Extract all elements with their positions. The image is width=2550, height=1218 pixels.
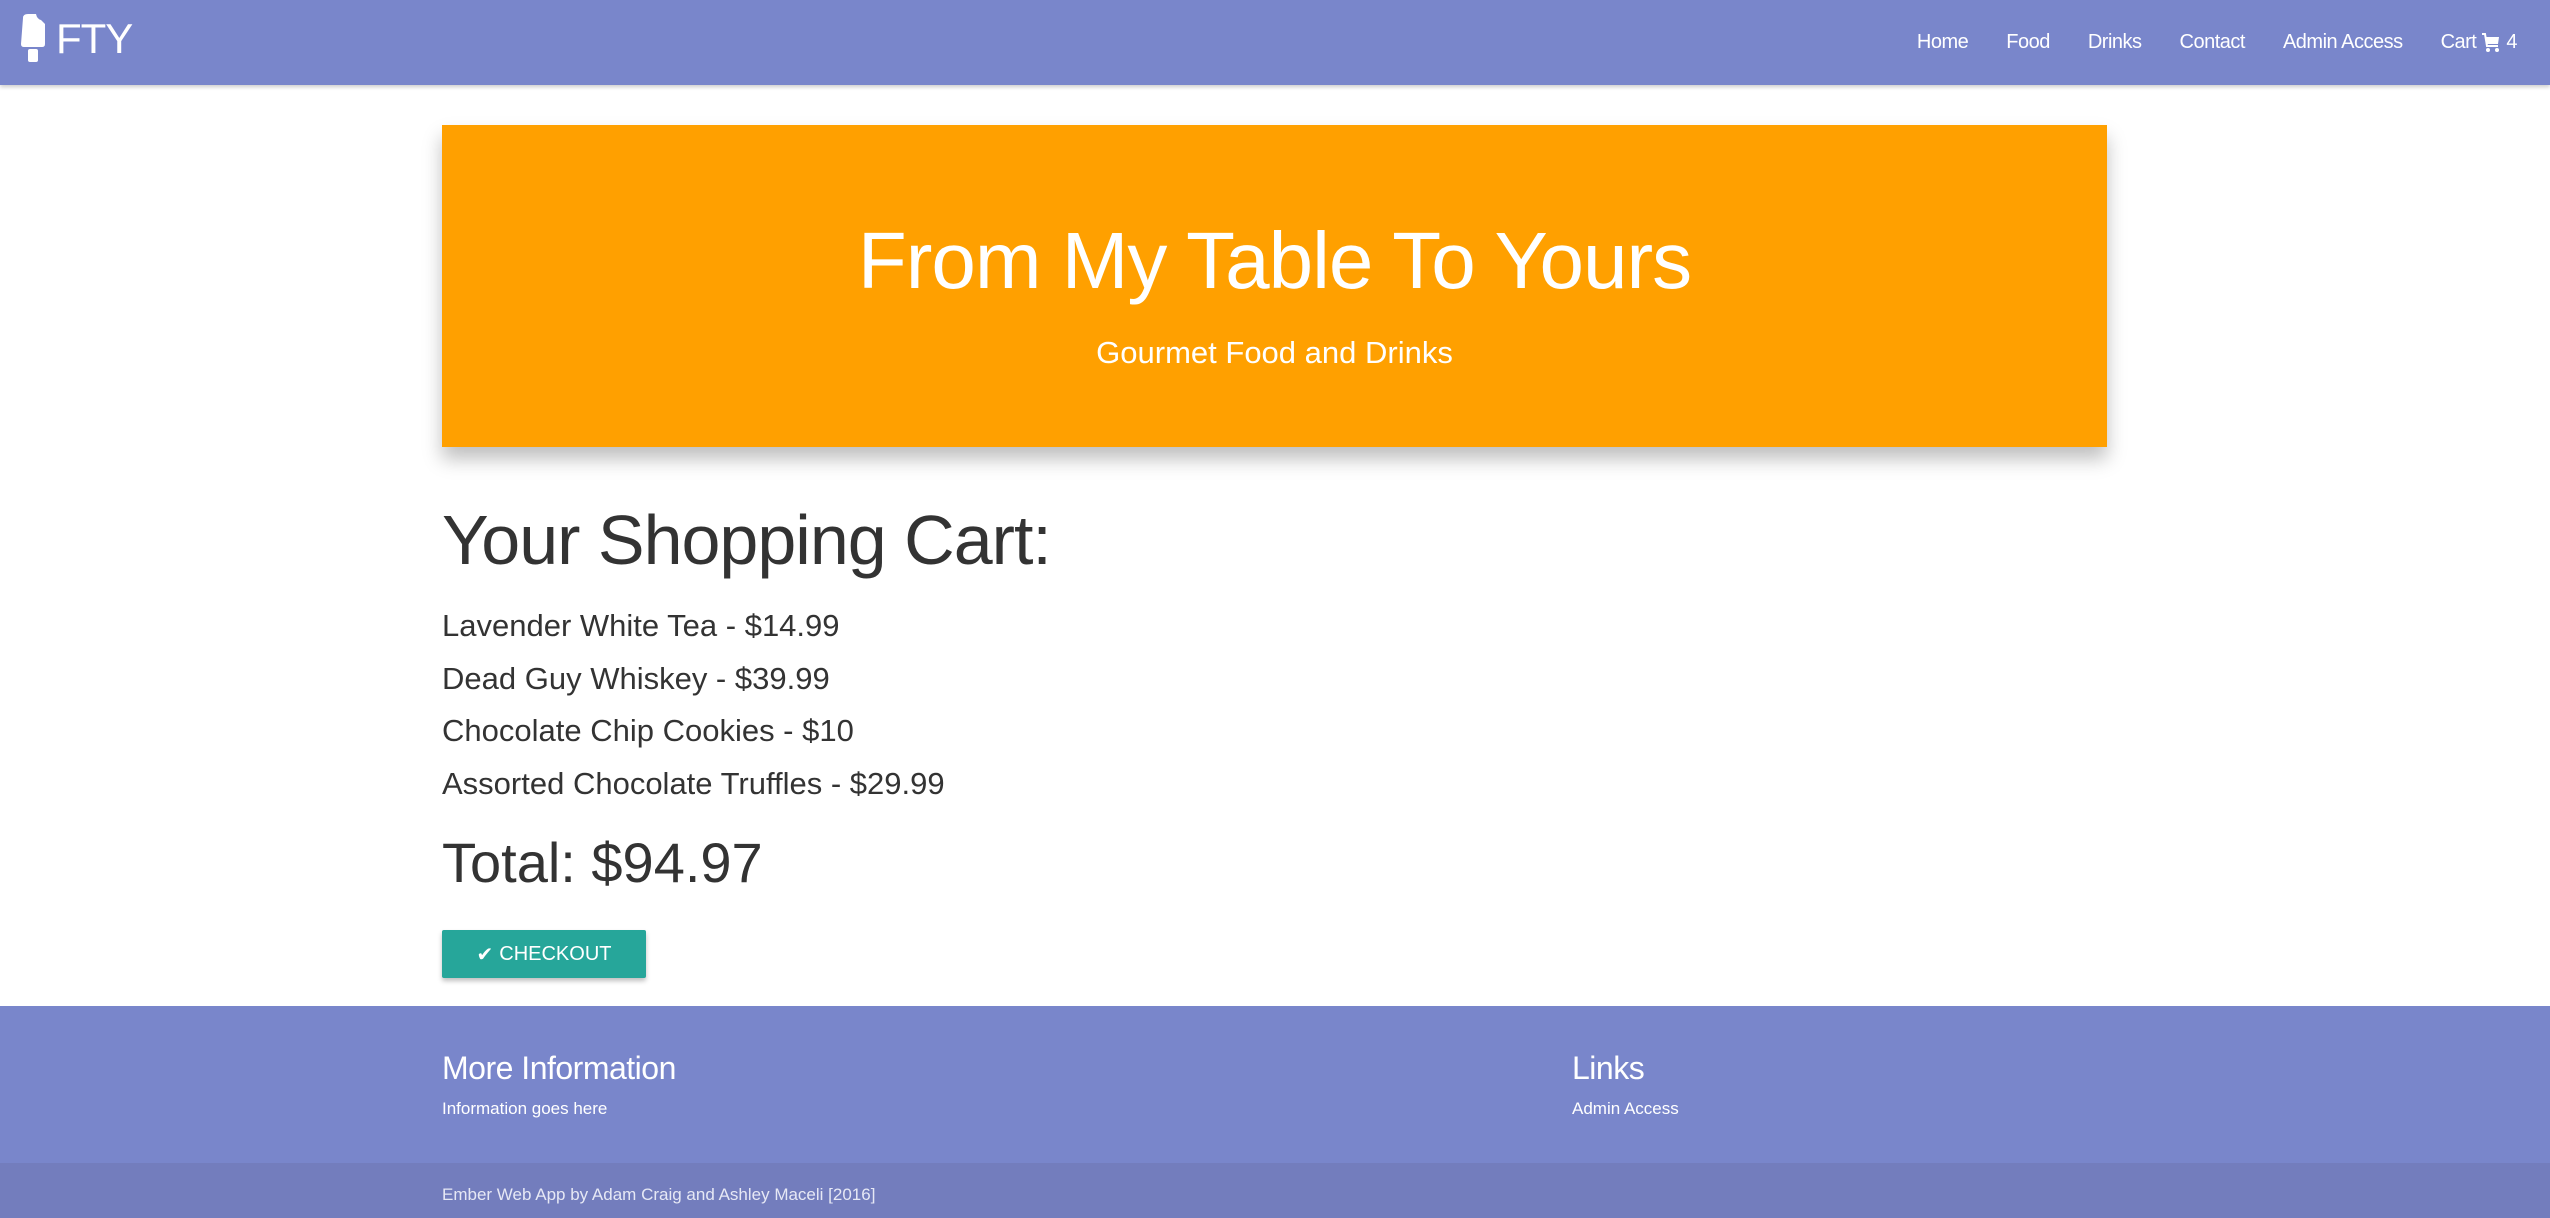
footer-info-text: Information goes here <box>442 1099 608 1118</box>
footer-links-title: Links <box>1572 1050 1645 1086</box>
nav-cart[interactable]: Cart 4 <box>2422 31 2536 54</box>
footer: More Information Information goes here L… <box>0 1006 2550 1163</box>
nav-admin-access[interactable]: Admin Access <box>2264 31 2422 54</box>
cart-total: Total: $94.97 <box>442 831 763 894</box>
checkout-button[interactable]: ✔ CHECKOUT <box>442 930 646 978</box>
cart-item: Dead Guy Whiskey - $39.99 <box>442 660 830 696</box>
banner-title: From My Table To Yours <box>857 216 1692 305</box>
cart-label: Cart <box>2440 31 2477 53</box>
cart-items-list: Lavender White Tea - $14.99 Dead Guy Whi… <box>442 606 945 816</box>
cart-count: 4 <box>2506 31 2517 53</box>
checkmark-icon: ✔ <box>476 943 494 966</box>
nav-menu: Home Food Drinks Contact Admin Access Ca… <box>1898 0 2536 85</box>
cart-item: Lavender White Tea - $14.99 <box>442 608 840 643</box>
nav-food[interactable]: Food <box>1987 31 2069 54</box>
nav-drinks[interactable]: Drinks <box>2069 31 2161 54</box>
footer-links: Links Admin Access <box>1572 1050 1679 1119</box>
navbar: FTY Home Food Drinks Contact Admin Acces… <box>0 0 2550 85</box>
brand-name: FTY <box>56 15 133 62</box>
popsicle-icon <box>21 14 45 62</box>
footer-info-title: More Information <box>442 1050 676 1086</box>
brand-logo[interactable]: FTY <box>20 14 133 64</box>
footer-link-admin-access[interactable]: Admin Access <box>1572 1099 1679 1118</box>
shopping-cart-icon <box>2482 32 2500 52</box>
banner-subtitle: Gourmet Food and Drinks <box>1096 335 1453 370</box>
nav-contact[interactable]: Contact <box>2161 31 2264 54</box>
footer-info: More Information Information goes here <box>442 1050 676 1119</box>
hero-banner: From My Table To Yours Gourmet Food and … <box>442 125 2107 447</box>
cart-item: Assorted Chocolate Truffles - $29.99 <box>442 765 945 801</box>
checkout-label: CHECKOUT <box>499 942 612 965</box>
nav-home[interactable]: Home <box>1898 31 1987 54</box>
footer-copyright: Ember Web App by Adam Craig and Ashley M… <box>0 1163 2550 1218</box>
page-title: Your Shopping Cart: <box>442 501 1052 579</box>
cart-item: Chocolate Chip Cookies - $10 <box>442 713 854 748</box>
